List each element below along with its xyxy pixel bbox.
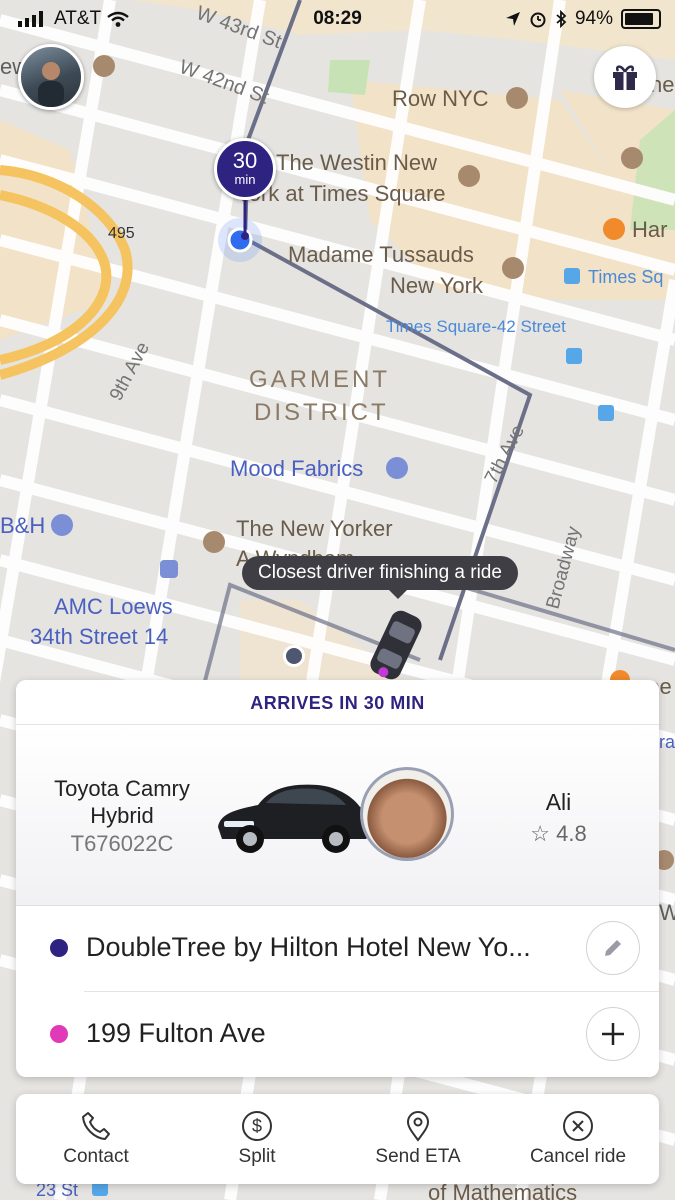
- dropoff-dot: [50, 1025, 68, 1043]
- license-plate: T676022C: [70, 831, 174, 856]
- battery-percent: 94%: [574, 8, 613, 29]
- map-label-495: 495: [108, 225, 135, 242]
- send-eta-label: Send ETA: [375, 1146, 461, 1167]
- driver-name: Ali: [545, 789, 572, 815]
- send-eta-button[interactable]: Send ETA: [358, 1094, 478, 1184]
- dollar-icon: $: [242, 1111, 272, 1141]
- car-model: Toyota Camry Hybrid: [16, 775, 228, 829]
- map-label-row-nyc: Row NYC: [392, 86, 489, 111]
- driver-info[interactable]: Toyota Camry Hybrid T676022C Ali ☆ 4.8: [16, 725, 659, 906]
- driver-rating: ☆ 4.8: [496, 821, 621, 847]
- pickup-dot: [50, 939, 68, 957]
- map-label-garment-2: DISTRICT: [254, 399, 389, 426]
- split-label: Split: [238, 1146, 276, 1167]
- bluetooth-icon: [556, 10, 567, 28]
- eta-pin-unit: min: [234, 172, 256, 187]
- driver-tooltip: Closest driver finishing a ride: [242, 556, 518, 590]
- cancel-icon: [563, 1111, 593, 1141]
- map-label-edge-ra: ra: [659, 732, 675, 752]
- star-icon: ☆: [530, 821, 550, 846]
- contact-button[interactable]: Contact: [36, 1094, 156, 1184]
- map-label-times-sq: Times Sq: [588, 267, 663, 287]
- action-bar: Contact $ Split Send ETA Cancel ride: [16, 1094, 659, 1184]
- map-label-amc-2: 34th Street 14: [30, 624, 168, 649]
- dropoff-row[interactable]: 199 Fulton Ave: [16, 991, 659, 1077]
- map-label-edge-w: W: [659, 900, 675, 925]
- tooltip-pointer: [388, 589, 408, 599]
- map-label-westin-1: The Westin New: [276, 150, 437, 175]
- phone-icon: [82, 1112, 110, 1140]
- map-label-times-42: Times Square-42 Street: [386, 317, 566, 336]
- add-stop-button[interactable]: [586, 1007, 640, 1061]
- plus-icon: [602, 1023, 624, 1045]
- map-label-amc-1: AMC Loews: [54, 594, 173, 619]
- alarm-icon: [530, 12, 546, 28]
- car-model-line1: Toyota Camry: [54, 776, 190, 801]
- driver-photo[interactable]: [360, 767, 454, 861]
- split-symbol: $: [252, 1116, 262, 1136]
- status-bar: AT&T 08:29 94%: [0, 0, 675, 38]
- location-pin-icon: [406, 1111, 430, 1142]
- map-label-tussauds-1: Madame Tussauds: [288, 242, 474, 267]
- cancel-ride-label: Cancel ride: [529, 1146, 627, 1167]
- cancel-ride-button[interactable]: Cancel ride: [518, 1094, 638, 1184]
- dropoff-address: 199 Fulton Ave: [86, 1018, 266, 1048]
- split-button[interactable]: $ Split: [197, 1094, 317, 1184]
- location-arrow-icon: [505, 12, 520, 26]
- gift-icon: [613, 65, 637, 90]
- profile-avatar[interactable]: [18, 44, 84, 110]
- edit-pickup-button[interactable]: [586, 921, 640, 975]
- car-model-line2: Hybrid: [90, 803, 154, 828]
- ride-card: ARRIVES IN 30 MIN Toyota Camry Hybrid T6…: [16, 680, 659, 1077]
- eta-pin: 30 min: [214, 138, 276, 200]
- battery-icon: [621, 9, 661, 29]
- map-label-har: Har: [632, 217, 667, 242]
- arrives-label: ARRIVES IN 30 MIN: [16, 680, 659, 725]
- gift-button[interactable]: [594, 46, 656, 108]
- map-label-bh: B&H: [0, 513, 45, 538]
- pickup-address: DoubleTree by Hilton Hotel New Yo...: [86, 932, 531, 962]
- eta-pin-number: 30: [232, 148, 258, 173]
- car-image: [218, 784, 374, 853]
- map-label-tussauds-2: New York: [390, 273, 484, 298]
- map-label-mood-fabrics: Mood Fabrics: [230, 456, 363, 481]
- map-label-new-yorker-1: The New Yorker: [236, 516, 393, 541]
- rating-value: 4.8: [556, 821, 587, 846]
- contact-label: Contact: [63, 1146, 129, 1167]
- pickup-row[interactable]: DoubleTree by Hilton Hotel New Yo...: [16, 905, 659, 991]
- map-label-garment-1: GARMENT: [249, 366, 390, 393]
- pencil-icon: [605, 940, 621, 956]
